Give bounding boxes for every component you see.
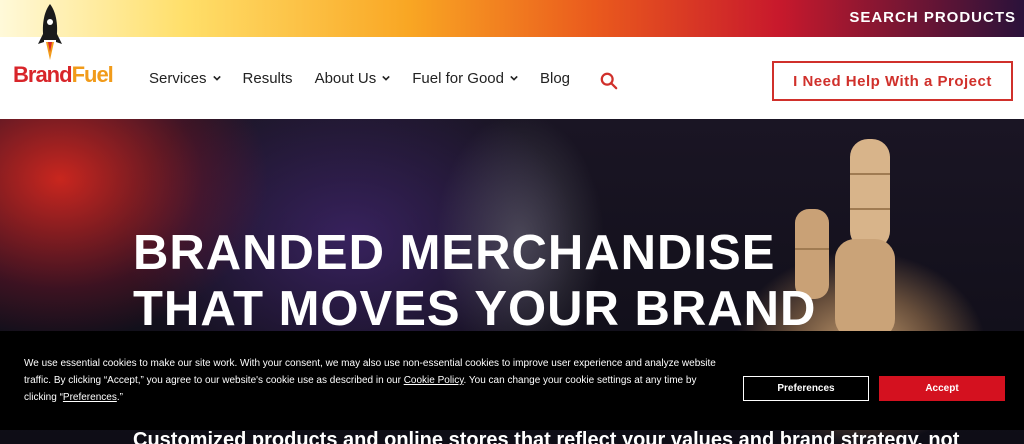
nav-item-about-us[interactable]: About Us — [315, 70, 391, 87]
cookie-consent-banner: We use essential cookies to make our sit… — [0, 331, 1024, 430]
nav-item-results[interactable]: Results — [243, 70, 293, 87]
search-icon[interactable] — [600, 72, 618, 90]
cookie-message: We use essential cookies to make our sit… — [24, 355, 724, 406]
cookie-policy-link[interactable]: Cookie Policy — [404, 375, 464, 386]
hero-title-line-2: THAT MOVES YOUR BRAND — [133, 282, 817, 336]
nav-item-label: Services — [149, 69, 207, 87]
logo-wordmark: BrandFuel — [13, 62, 114, 88]
search-products-link[interactable]: SEARCH PRODUCTS — [849, 9, 1016, 26]
top-banner: SEARCH PRODUCTS — [0, 0, 1024, 37]
chevron-down-icon — [212, 75, 221, 81]
hero-title-line-1: BRANDED MERCHANDISE — [133, 226, 776, 280]
nav-item-services[interactable]: Services — [149, 70, 221, 87]
nav-item-label: Results — [242, 69, 293, 87]
nav-item-label: Blog — [539, 69, 571, 87]
nav-item-label: Fuel for Good — [412, 69, 504, 87]
chevron-down-icon — [382, 75, 391, 81]
chevron-down-icon — [510, 75, 518, 81]
need-help-project-button[interactable]: I Need Help With a Project — [772, 61, 1013, 101]
nav-item-blog[interactable]: Blog — [540, 70, 570, 87]
brand-fuel-logo[interactable]: BrandFuel — [10, 4, 128, 110]
accept-button[interactable]: Accept — [879, 376, 1005, 401]
nav-item-fuel-for-good[interactable]: Fuel for Good — [412, 70, 518, 87]
hero-title: BRANDED MERCHANDISE THAT MOVES YOUR BRAN… — [133, 225, 816, 337]
rocket-icon — [38, 4, 62, 60]
preferences-button[interactable]: Preferences — [743, 376, 869, 401]
preferences-link[interactable]: Preferences — [63, 392, 117, 403]
hero-subtitle: Customized products and online stores th… — [133, 429, 960, 444]
logo-fuel-text: Fuel — [71, 62, 114, 87]
nav-menu: Services Results About Us Fuel for Good … — [149, 37, 592, 119]
cookie-text-part-3: .” — [116, 392, 123, 403]
nav-item-label: About Us — [314, 69, 377, 87]
logo-brand-text: Brand — [13, 62, 73, 87]
